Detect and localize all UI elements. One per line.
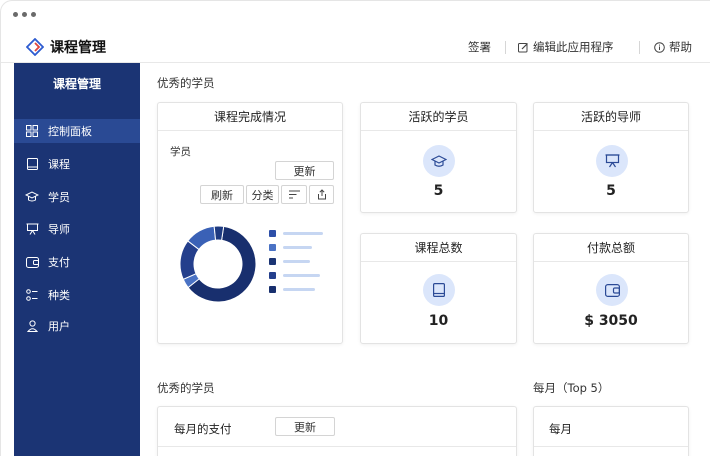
sidebar-item-tutors[interactable]: 导师 [14, 217, 140, 241]
top-students-heading: 优秀的学员 [157, 76, 215, 90]
monthly-top5-heading: 每月（Top 5） [533, 381, 610, 395]
legend-swatch [269, 258, 276, 265]
presentation-board-icon [596, 145, 628, 177]
total-payments-title: 付款总额 [534, 234, 688, 262]
book-icon [25, 157, 39, 171]
sidebar: 课程管理 控制面板 课程 学员 导师 支付 种类 用户 [14, 63, 140, 456]
legend-label-placeholder [283, 260, 310, 263]
legend-label-placeholder [283, 274, 320, 277]
share-icon [317, 189, 326, 200]
monthly-update-button[interactable]: 更新 [275, 417, 335, 436]
active-tutors-card: 活跃的导师 5 [533, 102, 689, 213]
graduation-cap-icon [423, 145, 455, 177]
edit-icon [518, 42, 528, 52]
sidebar-item-students[interactable]: 学员 [14, 185, 140, 209]
book-icon [423, 274, 455, 306]
app-window: 课程管理 签署 编辑此应用程序 帮助 课程管理 控制面板 课程 学员 导师 支付… [0, 0, 710, 456]
active-tutors-title: 活跃的导师 [534, 103, 688, 131]
total-courses-title: 课程总数 [361, 234, 516, 262]
legend-label-placeholder [283, 246, 312, 249]
legend-swatch [269, 230, 276, 237]
monthly-payment-card: 每月的支付 更新 [157, 406, 517, 456]
sidebar-title: 课程管理 [52, 77, 101, 91]
active-tutors-value: 5 [606, 183, 616, 199]
sidebar-item-dashboard[interactable]: 控制面板 [14, 119, 140, 143]
donut-segment [213, 225, 225, 241]
wallet-icon [596, 274, 628, 306]
monthly-card: 每月 [533, 406, 689, 456]
presentation-board-icon [25, 222, 39, 236]
window-dots [13, 12, 36, 17]
course-completion-card: 课程完成情况 学员 更新 刷新 分类 [157, 102, 343, 344]
sidebar-item-users[interactable]: 用户 [14, 314, 140, 338]
top-students-heading-2: 优秀的学员 [157, 381, 215, 395]
completion-donut-chart [179, 225, 257, 303]
legend-label-placeholder [283, 288, 315, 291]
sort-icon [288, 190, 300, 199]
monthly-label: 每月 [549, 422, 572, 436]
edit-app-link[interactable]: 编辑此应用程序 [518, 39, 614, 55]
completion-subtitle: 学员 [170, 146, 191, 158]
course-completion-title: 课程完成情况 [158, 103, 342, 131]
wallet-icon [25, 255, 39, 269]
legend-swatch [269, 244, 276, 251]
legend-swatch [269, 286, 276, 293]
sidebar-item-categories[interactable]: 种类 [14, 283, 140, 307]
help-link[interactable]: 帮助 [654, 39, 692, 55]
sidebar-item-payments[interactable]: 支付 [14, 250, 140, 274]
total-courses-value: 10 [428, 313, 449, 329]
app-title: 课程管理 [50, 40, 106, 56]
info-icon [654, 41, 665, 53]
sign-link[interactable]: 签署 [468, 39, 491, 55]
export-button[interactable] [309, 185, 334, 204]
refresh-button[interactable]: 刷新 [200, 185, 244, 204]
active-students-title: 活跃的学员 [361, 103, 516, 131]
total-payments-value: $ 3050 [584, 313, 638, 329]
active-students-value: 5 [433, 183, 444, 199]
category-icon [25, 288, 39, 302]
legend-label-placeholder [283, 232, 323, 235]
sidebar-item-courses[interactable]: 课程 [14, 152, 140, 176]
active-students-card: 活跃的学员 5 [360, 102, 517, 213]
top-bar: 课程管理 签署 编辑此应用程序 帮助 [1, 31, 710, 63]
app-logo-icon [26, 38, 44, 56]
total-courses-card: 课程总数 10 [360, 233, 517, 344]
monthly-payment-label: 每月的支付 [174, 422, 232, 436]
user-icon [25, 319, 39, 333]
legend-swatch [269, 272, 276, 279]
dashboard-icon [25, 124, 39, 138]
total-payments-card: 付款总额 $ 3050 [533, 233, 689, 344]
category-button[interactable]: 分类 [246, 185, 279, 204]
graduation-cap-icon [25, 190, 39, 204]
update-button[interactable]: 更新 [275, 161, 334, 180]
sort-button[interactable] [281, 185, 307, 204]
